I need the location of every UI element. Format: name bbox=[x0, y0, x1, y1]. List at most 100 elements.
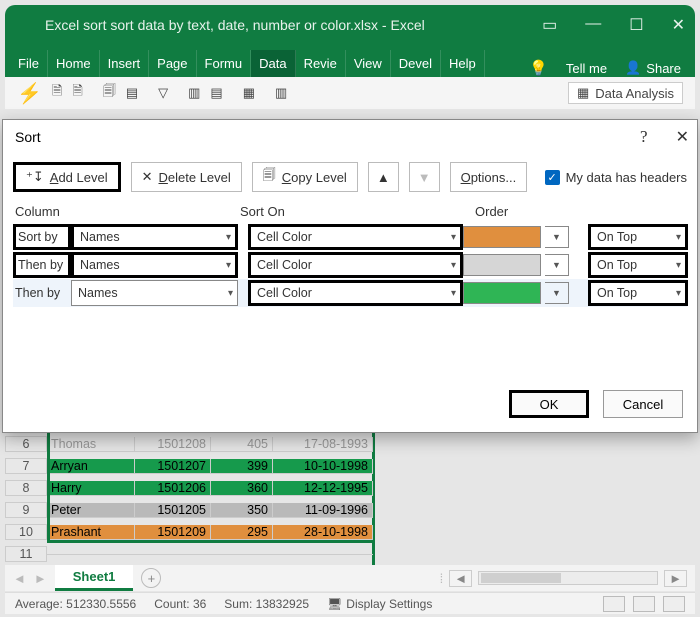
row-header[interactable]: 11 bbox=[5, 546, 47, 562]
scroll-left-icon[interactable]: ◄ bbox=[449, 570, 472, 587]
cell-val[interactable]: 350 bbox=[211, 503, 273, 518]
tell-me-label[interactable]: Tell me bbox=[566, 61, 607, 76]
order-position-combo[interactable]: On Top▾ bbox=[588, 280, 688, 306]
cell-id[interactable]: 1501208 bbox=[135, 437, 211, 452]
minimize-icon[interactable]: — bbox=[585, 15, 601, 35]
tab-home[interactable]: Home bbox=[48, 50, 100, 77]
data-analysis-button[interactable]: ▦ Data Analysis bbox=[568, 82, 683, 104]
from-web-icon[interactable]: 🗎 bbox=[72, 82, 82, 104]
refresh-icon[interactable]: 🗐 bbox=[103, 82, 116, 104]
cancel-button[interactable]: Cancel bbox=[603, 390, 683, 418]
order-color-combo[interactable]: ▼ bbox=[463, 252, 588, 278]
tab-data[interactable]: Data bbox=[251, 50, 295, 77]
new-sheet-button[interactable]: + bbox=[141, 568, 161, 588]
tab-file[interactable]: File bbox=[10, 50, 48, 77]
sort-on-combo[interactable]: Cell Color▾ bbox=[248, 252, 463, 278]
row-header[interactable]: 10 bbox=[5, 524, 47, 540]
cell-date[interactable]: 17-08-1993 bbox=[273, 437, 373, 452]
get-data-icon[interactable]: ⚡ bbox=[17, 81, 42, 106]
cell-name[interactable]: Arryan bbox=[47, 459, 135, 474]
tab-view[interactable]: View bbox=[346, 50, 391, 77]
table-row[interactable]: 7Arryan150120739910-10-1998 bbox=[5, 455, 372, 477]
lightbulb-icon[interactable]: 💡 bbox=[529, 59, 548, 77]
column-combo[interactable]: Names▾ bbox=[71, 224, 238, 250]
cell-id[interactable]: 1501206 bbox=[135, 481, 211, 496]
horizontal-scrollbar[interactable] bbox=[478, 571, 658, 585]
close-icon[interactable]: ✕ bbox=[676, 127, 689, 147]
cell-val[interactable]: 405 bbox=[211, 437, 273, 452]
tab-review[interactable]: Revie bbox=[296, 50, 346, 77]
order-position-combo[interactable]: On Top▾ bbox=[588, 252, 688, 278]
cell-val[interactable]: 295 bbox=[211, 525, 273, 540]
cell-val[interactable]: 360 bbox=[211, 481, 273, 496]
cell-date[interactable] bbox=[273, 554, 373, 555]
cell-id[interactable] bbox=[135, 554, 211, 555]
from-text-icon[interactable]: 🗎 bbox=[52, 82, 62, 104]
table-row[interactable]: 11 bbox=[5, 543, 372, 565]
row-header[interactable]: 7 bbox=[5, 458, 47, 474]
tab-page[interactable]: Page bbox=[149, 50, 196, 77]
scroll-right-icon[interactable]: ► bbox=[664, 570, 687, 587]
row-header[interactable]: 9 bbox=[5, 502, 47, 518]
sort-on-combo[interactable]: Cell Color▾ bbox=[248, 280, 463, 306]
cell-name[interactable] bbox=[47, 554, 135, 555]
order-color-combo[interactable]: ▼ bbox=[463, 224, 588, 250]
split-handle-icon[interactable]: ⁞ bbox=[440, 571, 444, 586]
normal-view-button[interactable] bbox=[603, 596, 625, 612]
page-break-view-button[interactable] bbox=[663, 596, 685, 612]
text-to-columns-icon[interactable]: ▥ bbox=[188, 85, 200, 101]
whatif-icon[interactable]: ▦ bbox=[243, 85, 255, 101]
add-level-button[interactable]: ⁺↧ Add Level bbox=[13, 162, 121, 192]
tab-formulas[interactable]: Formu bbox=[197, 50, 252, 77]
display-settings-button[interactable]: 🖥 Display Settings bbox=[327, 597, 432, 611]
filter-icon[interactable]: ▽ bbox=[158, 85, 168, 101]
close-window-icon[interactable]: ✕ bbox=[672, 15, 685, 35]
table-row[interactable]: 9Peter150120535011-09-1996 bbox=[5, 499, 372, 521]
column-combo[interactable]: Names▾ bbox=[71, 280, 238, 306]
sheet-tab[interactable]: Sheet1 bbox=[55, 565, 134, 591]
flash-fill-icon[interactable]: ▤ bbox=[210, 85, 222, 101]
cell-date[interactable]: 11-09-1996 bbox=[273, 503, 373, 518]
group-icon[interactable]: ▥ bbox=[275, 85, 287, 101]
cell-name[interactable]: Harry bbox=[47, 481, 135, 496]
move-down-button[interactable]: ▼ bbox=[409, 162, 440, 192]
sort-on-combo[interactable]: Cell Color▾ bbox=[248, 224, 463, 250]
tab-help[interactable]: Help bbox=[441, 50, 485, 77]
cell-date[interactable]: 28-10-1998 bbox=[273, 525, 373, 540]
column-combo[interactable]: Names▾ bbox=[71, 252, 238, 278]
ribbon-display-icon[interactable]: ▭ bbox=[542, 15, 557, 35]
worksheet-area[interactable]: 6Thomas150120840517-08-19937Arryan150120… bbox=[5, 433, 695, 565]
table-row[interactable]: 6Thomas150120840517-08-1993 bbox=[5, 433, 372, 455]
ok-button[interactable]: OK bbox=[509, 390, 589, 418]
cell-id[interactable]: 1501207 bbox=[135, 459, 211, 474]
cell-name[interactable]: Thomas bbox=[47, 437, 135, 452]
properties-icon[interactable]: ▤ bbox=[126, 85, 138, 101]
cell-val[interactable] bbox=[211, 554, 273, 555]
cell-date[interactable]: 12-12-1995 bbox=[273, 481, 373, 496]
order-position-combo[interactable]: On Top▾ bbox=[588, 224, 688, 250]
delete-level-button[interactable]: ✕ Delete Level bbox=[131, 162, 242, 192]
cell-date[interactable]: 10-10-1998 bbox=[273, 459, 373, 474]
table-row[interactable]: 8Harry150120636012-12-1995 bbox=[5, 477, 372, 499]
copy-level-button[interactable]: 🗐 Copy Level bbox=[252, 162, 358, 192]
table-row[interactable]: 10Prashant150120929528-10-1998 bbox=[5, 521, 372, 543]
share-button[interactable]: 👤 Share bbox=[625, 60, 681, 76]
order-color-combo[interactable]: ▼ bbox=[463, 280, 588, 306]
page-layout-view-button[interactable] bbox=[633, 596, 655, 612]
row-header[interactable]: 6 bbox=[5, 436, 47, 452]
cell-name[interactable]: Prashant bbox=[47, 525, 135, 540]
tab-insert[interactable]: Insert bbox=[100, 50, 150, 77]
maximize-icon[interactable]: ☐ bbox=[629, 15, 643, 35]
row-header[interactable]: 8 bbox=[5, 480, 47, 496]
cell-name[interactable]: Peter bbox=[47, 503, 135, 518]
cell-id[interactable]: 1501209 bbox=[135, 525, 211, 540]
move-up-button[interactable]: ▲ bbox=[368, 162, 399, 192]
options-button[interactable]: Options... bbox=[450, 162, 528, 192]
cell-id[interactable]: 1501205 bbox=[135, 503, 211, 518]
tab-scroll-left-icon[interactable]: ◄ bbox=[13, 571, 26, 586]
cell-val[interactable]: 399 bbox=[211, 459, 273, 474]
tab-scroll-right-icon[interactable]: ► bbox=[34, 571, 47, 586]
help-icon[interactable]: ? bbox=[640, 127, 648, 147]
tab-developer[interactable]: Devel bbox=[391, 50, 441, 77]
my-data-has-headers-checkbox[interactable]: ✓ My data has headers bbox=[545, 170, 687, 185]
